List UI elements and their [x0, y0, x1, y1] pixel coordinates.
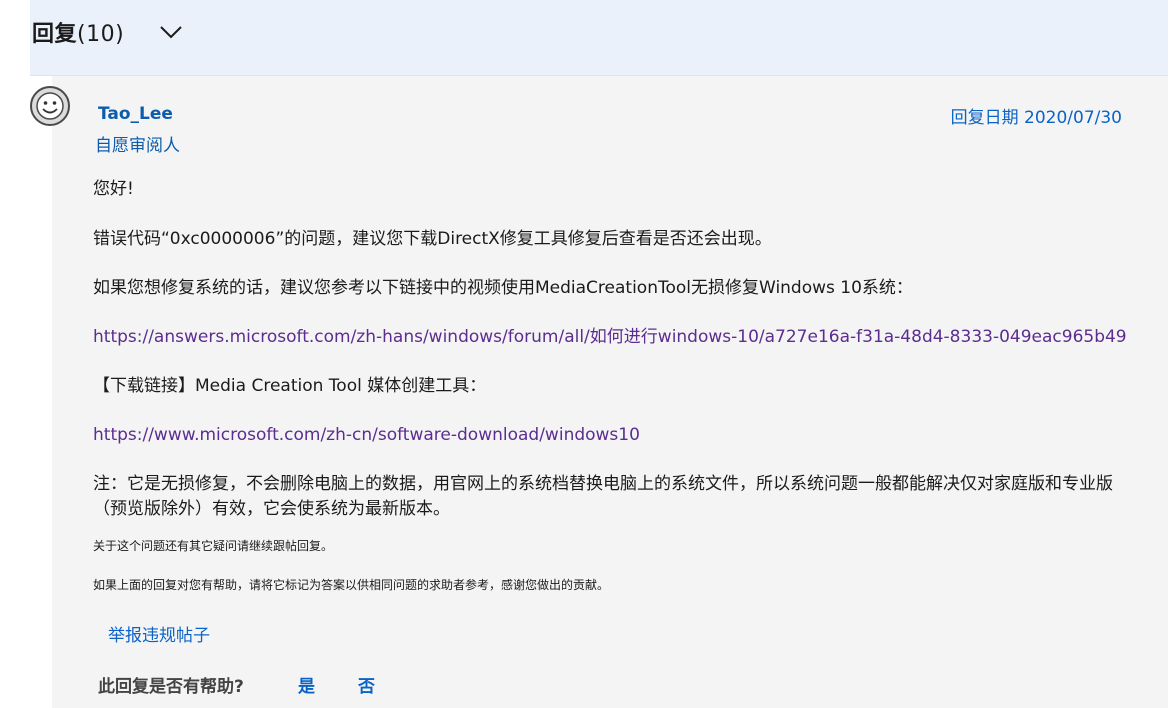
helpful-question: 此回复是否有帮助?	[98, 677, 244, 697]
repair-system-paragraph: 如果您想修复系统的话，建议您参考以下链接中的视频使用MediaCreationT…	[93, 278, 913, 298]
note-paragraph: 注：它是无损修复，不会删除电脑上的数据，用官网上的系统档替换电脑上的系统文件，所…	[93, 474, 1113, 519]
replies-title: 回复(10)	[32, 16, 124, 48]
download-link[interactable]: https://www.microsoft.com/zh-cn/software…	[93, 425, 640, 445]
followup-note: 关于这个问题还有其它疑问请继续跟帖回复。	[93, 539, 334, 553]
report-post-link[interactable]: 举报违规帖子	[108, 621, 210, 646]
answers-link[interactable]: https://answers.microsoft.com/zh-hans/wi…	[93, 327, 1127, 347]
replies-count: (10)	[77, 22, 125, 47]
helpful-yes-button[interactable]: 是	[298, 672, 315, 697]
replies-header: 回复(10)	[30, 0, 1168, 76]
error-code-paragraph: 错误代码“0xc0000006”的问题，建议您下载DirectX修复工具修复后查…	[93, 229, 772, 249]
replies-label: 回复	[32, 22, 78, 47]
author-name[interactable]: Tao_Lee	[98, 104, 173, 124]
reply-date: 回复日期 2020/07/30	[950, 108, 1122, 128]
author-role: 自愿审阅人	[95, 136, 180, 156]
mark-answer-note: 如果上面的回复对您有帮助，请将它标记为答案以供相同问题的求助者参考，感谢您做出的…	[93, 578, 610, 592]
avatar[interactable]	[30, 86, 70, 126]
helpful-no-button[interactable]: 否	[358, 672, 375, 697]
download-link-line: https://www.microsoft.com/zh-cn/software…	[93, 423, 1133, 448]
download-link-label: 【下载链接】Media Creation Tool 媒体创建工具：	[93, 376, 487, 396]
greeting-text: 您好!	[93, 179, 134, 199]
chevron-down-icon[interactable]	[158, 18, 184, 44]
answers-link-line: https://answers.microsoft.com/zh-hans/wi…	[93, 325, 1133, 350]
